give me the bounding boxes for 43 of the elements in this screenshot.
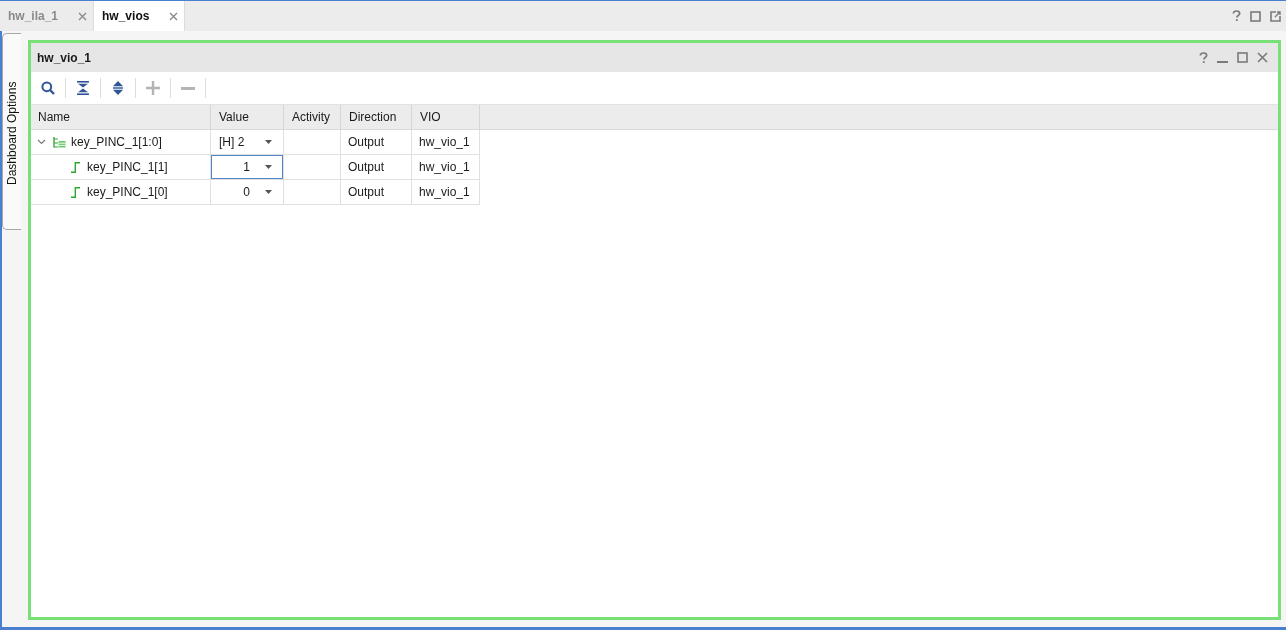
tab-label: hw_ila_1 [8,9,59,23]
signal-name: key_PINC_1[0] [87,185,168,199]
maximize-icon[interactable] [1250,10,1261,22]
maximize-icon[interactable] [1237,52,1248,63]
column-header[interactable]: Activity [284,105,341,129]
value-dropdown[interactable]: [H] 2 [211,130,283,154]
expand-all-icon [111,81,125,95]
panel-title: hw_vio_1 [37,50,92,65]
rising-edge-icon [70,161,80,173]
collapse-all-icon [76,81,90,95]
side-tab[interactable]: Dashboard Options [2,33,21,230]
tab-label: hw_vios [102,9,150,23]
vio-cell: hw_vio_1 [412,130,480,155]
direction-cell: Output [341,155,412,180]
help-icon[interactable] [1232,10,1241,22]
float-window-icon[interactable] [1270,10,1281,22]
close-icon[interactable] [1257,52,1268,63]
close-icon[interactable] [169,11,179,21]
value-dropdown[interactable]: 1 [211,155,283,179]
bus-icon [52,136,66,148]
vio-cell: hw_vio_1 [412,155,480,180]
column-header[interactable]: VIO [412,105,480,129]
caret-icon[interactable] [265,190,272,194]
close-icon[interactable] [78,11,88,21]
caret-icon[interactable] [265,140,272,144]
help-icon[interactable] [1199,51,1208,64]
column-header[interactable]: Value [211,105,284,129]
editor-tab[interactable]: hw_vios [94,1,186,31]
vio-cell: hw_vio_1 [412,180,480,205]
caret-icon[interactable] [265,165,272,169]
search-icon [41,81,55,95]
signal-name: key_PINC_1[1:0] [71,135,162,149]
direction-cell: Output [341,180,412,205]
minimize-icon[interactable] [1217,60,1228,63]
chevron-icon[interactable] [37,139,46,145]
rising-edge-icon [70,186,80,198]
signal-name: key_PINC_1[1] [87,160,168,174]
minus-icon [181,86,195,90]
column-header[interactable]: Direction [341,105,412,129]
column-header[interactable]: Name [31,105,211,129]
plus-icon [146,81,160,95]
direction-cell: Output [341,130,412,155]
value-dropdown[interactable]: 0 [211,180,283,204]
